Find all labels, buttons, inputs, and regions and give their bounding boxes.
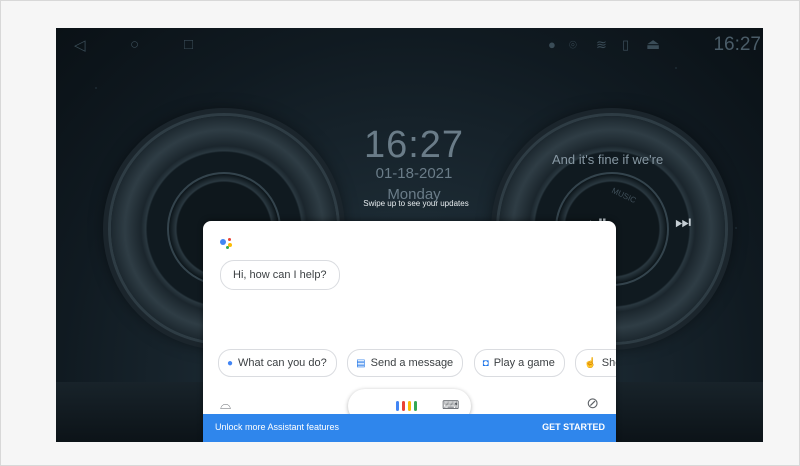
recents-icon[interactable]: □ [184,36,193,53]
snapshot-icon[interactable]: ⌓ [220,396,231,413]
back-icon[interactable]: ◁ [74,36,86,54]
chip-what-can-you-do[interactable]: ● What can you do? [218,349,337,377]
eject-icon[interactable]: ⏏ [646,35,660,53]
device-frame: ◁ ○ □ ● ⌾ ≋ ▯ ⏏ 16:27 16:27 01-18-2021 M… [0,0,800,466]
suggestion-chips: ● What can you do? ▤ Send a message ◘ Play … [218,349,616,377]
compass-icon[interactable]: ⊘ [586,394,599,412]
chip-label: Show [601,357,616,369]
song-title: And it's fine if we're [552,152,664,167]
assistant-sheet: Hi, how can I help? ● What can you do? ▤ S… [203,221,616,442]
status-time: 16:27 [713,34,761,55]
battery-icon: ▯ [622,37,630,52]
message-icon: ▤ [356,358,366,369]
chip-label: Send a message [370,357,454,369]
clock-date: 01-18-2021 [375,165,453,182]
next-track-icon[interactable]: ⏭ [675,212,691,233]
chip-label: What can you do? [238,357,327,369]
home-icon[interactable]: ○ [130,36,139,53]
chip-label: Play a game [493,357,555,369]
unlock-banner: Unlock more Assistant features GET START… [203,414,616,442]
chip-play-game[interactable]: ◘ Play a game [473,349,565,377]
clock-time: 16:27 [363,124,465,166]
assistant-icon: ● [227,358,234,369]
assistant-logo-icon [220,237,234,249]
head-unit-screen: ◁ ○ □ ● ⌾ ≋ ▯ ⏏ 16:27 16:27 01-18-2021 M… [56,28,763,442]
location-icon: ⌾ [569,37,577,52]
finger-icon: ☝ [584,358,597,369]
assistant-bars-icon[interactable] [396,401,420,411]
banner-text: Unlock more Assistant features [215,422,340,432]
gamepad-icon: ◘ [482,358,489,369]
swipe-hint: Swipe up to see your updates [363,199,469,208]
mic-icon: ● [548,37,556,52]
keyboard-icon[interactable]: ⌨ [442,398,459,412]
chip-send-message[interactable]: ▤ Send a message [347,349,464,377]
wifi-icon: ≋ [596,37,607,52]
get-started-button[interactable]: GET STARTED [542,422,605,432]
assistant-greeting: Hi, how can I help? [220,260,340,290]
chip-show[interactable]: ☝ Show [575,349,616,377]
